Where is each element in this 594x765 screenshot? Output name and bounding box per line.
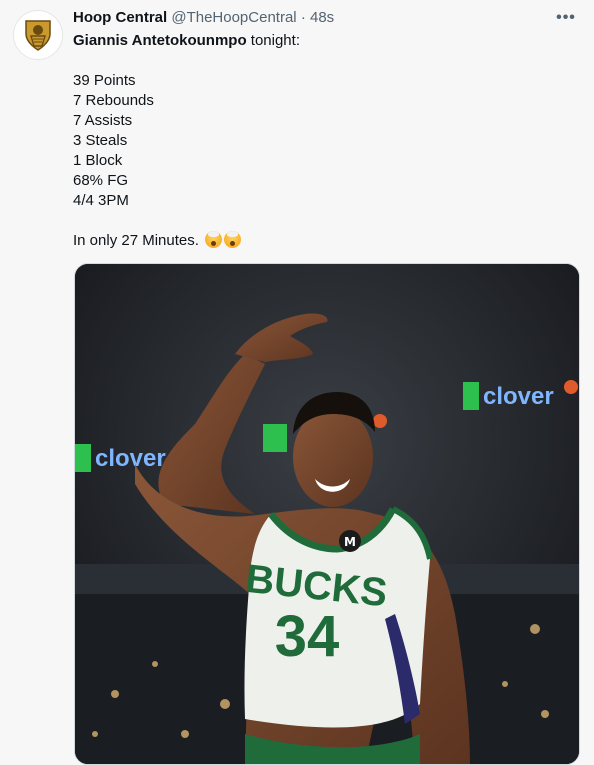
signage-text: clover: [483, 383, 554, 410]
timestamp[interactable]: 48s: [310, 9, 334, 26]
tweet-header: Hoop Central @TheHoopCentral · 48s: [73, 9, 534, 27]
signage-text: clover: [95, 445, 166, 472]
tweet[interactable]: Hoop Central @TheHoopCentral · 48s ••• G…: [0, 0, 594, 765]
handle[interactable]: @TheHoopCentral: [171, 9, 296, 26]
tweet-photo[interactable]: clover clover M BUCKS 34: [74, 263, 580, 765]
closing-text: In only 27 Minutes.: [73, 232, 199, 249]
exploding-head-emoji-icon: [224, 231, 242, 248]
hoop-central-crest-logo: [25, 20, 51, 51]
mentioned-player: Giannis Antetokounmpo: [73, 32, 247, 49]
avatar[interactable]: [13, 10, 63, 60]
exploding-head-emoji-icon: [205, 231, 223, 248]
player-photo-illustration: clover clover M BUCKS 34: [75, 264, 579, 764]
more-dots-icon[interactable]: •••: [554, 6, 578, 30]
stat-line: 7 Rebounds: [73, 92, 154, 109]
closing-line: In only 27 Minutes.: [73, 231, 574, 251]
stat-line: 7 Assists: [73, 112, 133, 129]
stat-line: 3 Steals: [73, 132, 128, 149]
svg-text:M: M: [344, 535, 356, 549]
tweet-headline: Giannis Antetokounmpo tonight:: [73, 31, 574, 51]
headline-suffix: tonight:: [246, 32, 300, 49]
stat-line: 4/4 3PM: [73, 192, 129, 209]
stat-line: 39 Points: [73, 72, 136, 89]
tweet-text: Giannis Antetokounmpo tonight: 39 Points…: [73, 31, 574, 251]
separator: ·: [300, 9, 306, 26]
jersey-number: 34: [275, 604, 340, 669]
stat-line: 1 Block: [73, 152, 123, 169]
display-name[interactable]: Hoop Central: [73, 9, 167, 26]
stat-line: 68% FG: [73, 172, 129, 189]
